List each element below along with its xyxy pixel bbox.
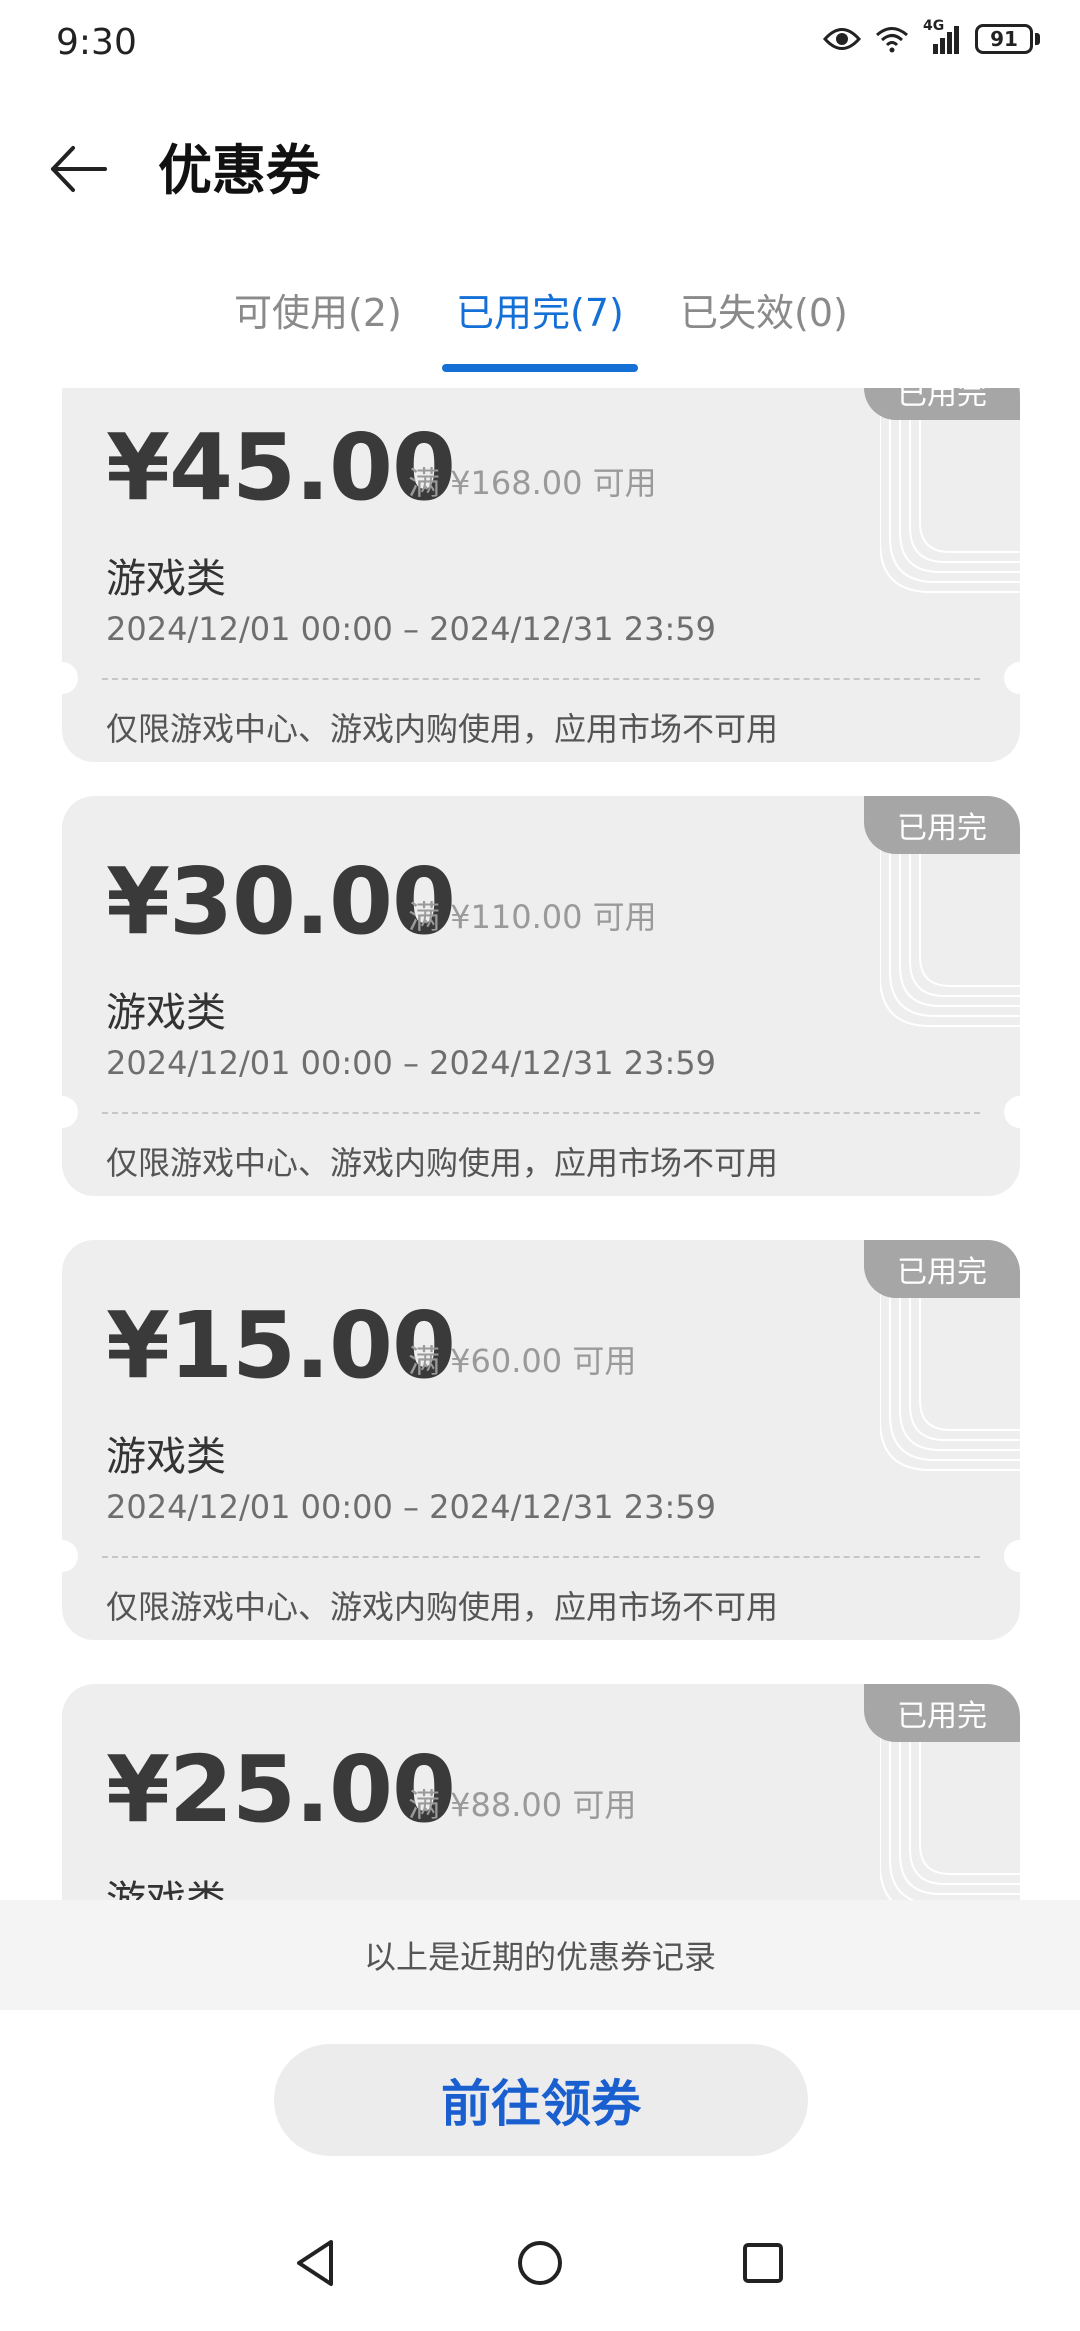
coupon-list[interactable]: 已用完 ¥45.00 满 ¥168.00 可用 游戏类 2024/12/01 0… xyxy=(0,388,1080,1900)
status-badge: 已用完 xyxy=(864,1684,1020,1742)
coupon-amount: ¥15.00 xyxy=(106,1292,456,1399)
dashed-divider xyxy=(102,678,980,680)
nav-back-button[interactable] xyxy=(280,2230,350,2300)
tab-expired[interactable]: 已失效(0) xyxy=(680,282,848,337)
coupon-amount: ¥30.00 xyxy=(106,848,456,955)
dashed-divider xyxy=(102,1112,980,1114)
page-title: 优惠券 xyxy=(158,139,320,202)
coupon-restriction: 仅限游戏中心、游戏内购使用，应用市场不可用 xyxy=(106,1588,779,1626)
get-coupons-button[interactable]: 前往领券 xyxy=(274,2044,808,2156)
back-button[interactable] xyxy=(44,136,114,206)
back-triangle-icon xyxy=(293,2238,337,2292)
status-time: 9:30 xyxy=(56,22,137,63)
nav-home-button[interactable] xyxy=(505,2230,575,2300)
coupon-card[interactable]: 已用完 ¥25.00 满 ¥88.00 可用 游戏类 xyxy=(62,1684,1020,1900)
arrow-left-icon xyxy=(49,144,109,198)
cta-area: 前往领券 xyxy=(0,2010,1080,2200)
wifi-icon xyxy=(875,25,909,53)
coupon-condition: 满 ¥88.00 可用 xyxy=(408,1786,637,1824)
coupon-category: 游戏类 xyxy=(106,556,226,602)
coupon-category: 游戏类 xyxy=(106,990,226,1036)
coupon-condition: 满 ¥110.00 可用 xyxy=(408,898,657,936)
coupon-category: 游戏类 xyxy=(106,1434,226,1480)
eye-icon xyxy=(823,26,861,52)
header: 优惠券 xyxy=(0,120,1080,220)
tab-used-up[interactable]: 已用完(7) xyxy=(456,282,624,337)
system-nav-bar xyxy=(0,2200,1080,2331)
status-bar: 9:30 4G 91 xyxy=(0,0,1080,90)
tab-available[interactable]: 可使用(2) xyxy=(234,282,402,337)
tab-indicator xyxy=(442,364,638,372)
coupon-card[interactable]: 已用完 ¥45.00 满 ¥168.00 可用 游戏类 2024/12/01 0… xyxy=(62,388,1020,762)
coupon-validity: 2024/12/01 00:00 – 2024/12/31 23:59 xyxy=(106,610,716,648)
coupon-validity: 2024/12/01 00:00 – 2024/12/31 23:59 xyxy=(106,1488,716,1526)
card-pattern-decoration xyxy=(880,826,1020,1027)
dashed-divider xyxy=(102,1556,980,1558)
history-note: 以上是近期的优惠券记录 xyxy=(0,1900,1080,2010)
coupon-category: 游戏类 xyxy=(106,1868,226,1900)
network-type: 4G xyxy=(923,18,945,34)
status-badge: 已用完 xyxy=(864,388,1020,420)
nav-recents-button[interactable] xyxy=(728,2230,798,2300)
battery-icon: 91 xyxy=(975,24,1040,54)
signal-icon: 4G xyxy=(923,18,961,54)
coupon-restriction: 仅限游戏中心、游戏内购使用，应用市场不可用 xyxy=(106,1144,779,1182)
home-circle-icon xyxy=(515,2238,565,2292)
coupon-amount: ¥25.00 xyxy=(106,1736,456,1843)
coupon-condition: 满 ¥168.00 可用 xyxy=(408,464,657,502)
coupon-card[interactable]: 已用完 ¥30.00 满 ¥110.00 可用 游戏类 2024/12/01 0… xyxy=(62,796,1020,1196)
coupon-restriction: 仅限游戏中心、游戏内购使用，应用市场不可用 xyxy=(106,710,779,748)
status-icons: 4G 91 xyxy=(823,18,1040,54)
card-pattern-decoration xyxy=(880,1270,1020,1471)
recents-square-icon xyxy=(740,2240,786,2290)
coupon-card[interactable]: 已用完 ¥15.00 满 ¥60.00 可用 游戏类 2024/12/01 00… xyxy=(62,1240,1020,1640)
coupon-validity: 2024/12/01 00:00 – 2024/12/31 23:59 xyxy=(106,1044,716,1082)
battery-level: 91 xyxy=(975,24,1033,54)
status-badge: 已用完 xyxy=(864,796,1020,854)
status-badge: 已用完 xyxy=(864,1240,1020,1298)
coupon-condition: 满 ¥60.00 可用 xyxy=(408,1342,637,1380)
coupon-amount: ¥45.00 xyxy=(106,414,456,521)
tab-bar: 可使用(2) 已用完(7) 已失效(0) xyxy=(0,268,1080,378)
card-pattern-decoration xyxy=(880,392,1020,593)
